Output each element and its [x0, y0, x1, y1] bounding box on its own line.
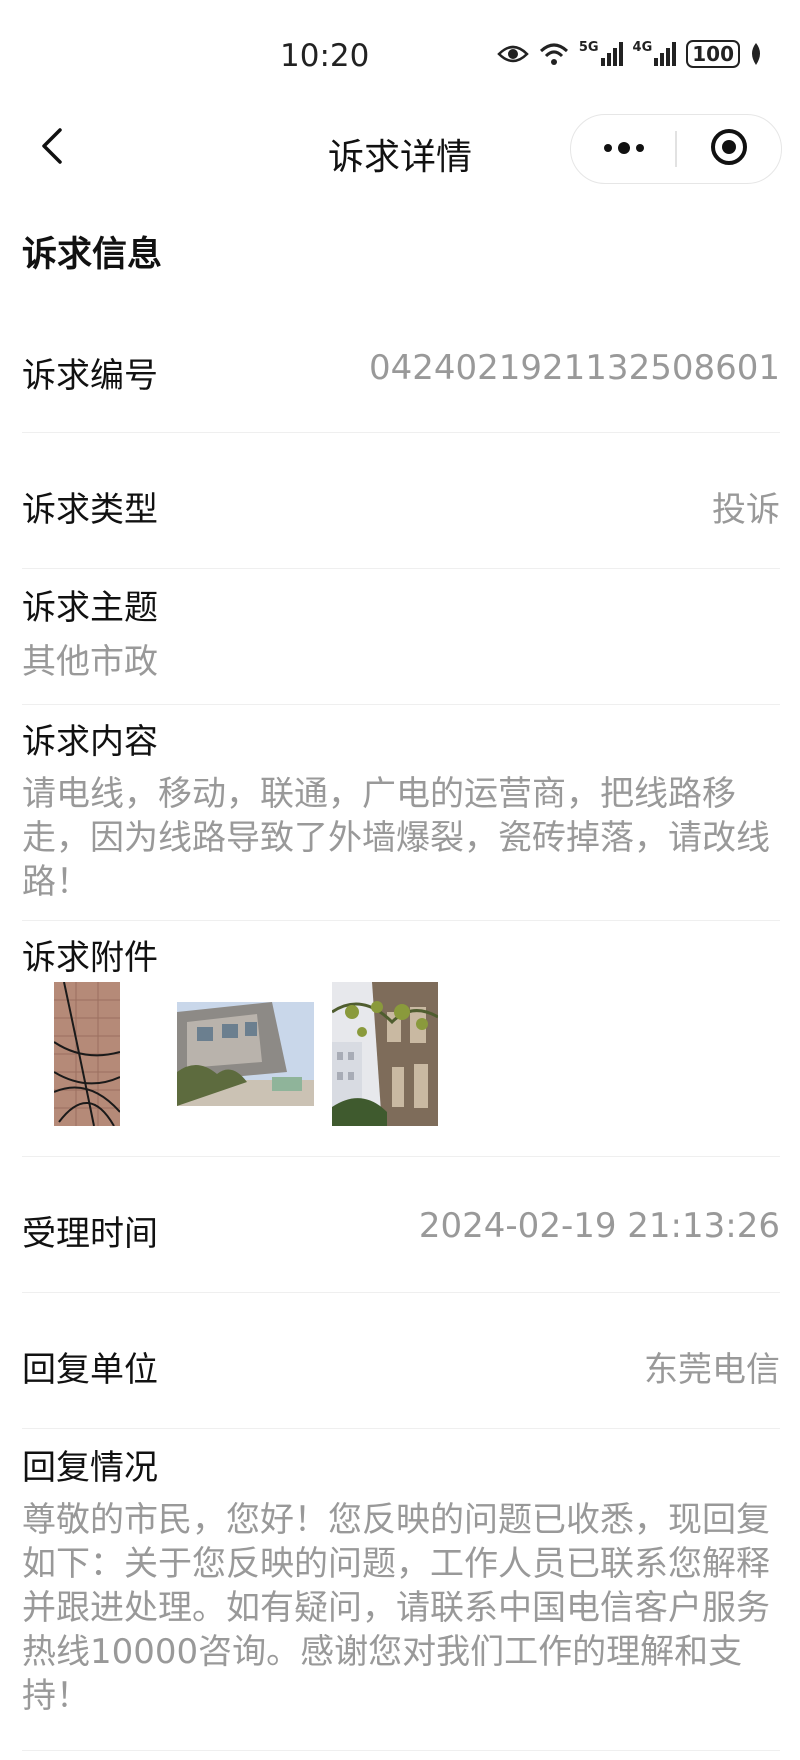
- signal-5g-icon: [600, 42, 623, 66]
- status-bar: 10:20 5G 4G 100: [0, 0, 800, 110]
- field-value: 东莞电信: [644, 1350, 780, 1390]
- field-label: 受理时间: [22, 1214, 158, 1254]
- field-value: 投诉: [712, 490, 780, 530]
- field-value: 请电线，移动，联通，广电的运营商，把线路移走，因为线路导致了外墙爆裂，瓷砖掉落，…: [22, 774, 770, 902]
- field-label: 回复情况: [22, 1448, 158, 1488]
- signal-4g-icon: [654, 42, 677, 66]
- field-label: 诉求编号: [22, 356, 158, 396]
- field-value: 其他市政: [22, 642, 158, 682]
- field-row-number: 诉求编号 0424021921132508601: [22, 300, 780, 433]
- attachment-thumbnail[interactable]: [177, 1002, 314, 1106]
- attachment-list: [22, 982, 780, 1127]
- status-icons: 5G 4G 100: [497, 40, 762, 68]
- field-row-content: 诉求内容 请电线，移动，联通，广电的运营商，把线路移走，因为线路导致了外墙爆裂，…: [22, 706, 780, 921]
- wifi-icon: [539, 42, 569, 66]
- miniprogram-capsule: [570, 114, 782, 184]
- field-label: 诉求内容: [22, 722, 158, 762]
- field-row-topic: 诉求主题 其他市政: [22, 570, 780, 705]
- field-label: 诉求主题: [22, 588, 158, 628]
- target-circle-icon: [709, 127, 749, 171]
- attachment-thumbnail[interactable]: [332, 982, 438, 1126]
- close-miniprogram-button[interactable]: [677, 115, 781, 183]
- field-row-reply: 回复情况 尊敬的市民，您好！您反映的问题已收悉，现回复如下：关于您反映的问题，工…: [22, 1430, 780, 1751]
- field-value: 尊敬的市民，您好！您反映的问题已收悉，现回复如下：关于您反映的问题，工作人员已联…: [22, 1500, 770, 1716]
- network-5g-label: 5G: [578, 39, 599, 55]
- status-time: 10:20: [280, 38, 370, 74]
- leaf-icon: [750, 43, 762, 65]
- more-button[interactable]: [571, 115, 676, 183]
- field-label: 诉求类型: [22, 490, 158, 530]
- field-value: 2024-02-19 21:13:26: [418, 1206, 780, 1246]
- section-title: 诉求信息: [22, 235, 163, 275]
- field-row-accept-time: 受理时间 2024-02-19 21:13:26: [22, 1158, 780, 1293]
- field-value: 0424021921132508601: [368, 348, 780, 388]
- eye-icon: [497, 43, 529, 65]
- more-dots-icon: [602, 140, 646, 159]
- field-label: 回复单位: [22, 1350, 158, 1390]
- field-row-reply-unit: 回复单位 东莞电信: [22, 1294, 780, 1429]
- attachment-thumbnail[interactable]: [54, 982, 120, 1126]
- field-label: 诉求附件: [22, 938, 158, 978]
- nav-bar: 诉求详情: [0, 110, 800, 190]
- battery-indicator: 100: [686, 40, 740, 68]
- field-row-attachments: 诉求附件: [22, 922, 780, 1157]
- field-row-type: 诉求类型 投诉: [22, 434, 780, 569]
- network-4g-label: 4G: [632, 39, 653, 55]
